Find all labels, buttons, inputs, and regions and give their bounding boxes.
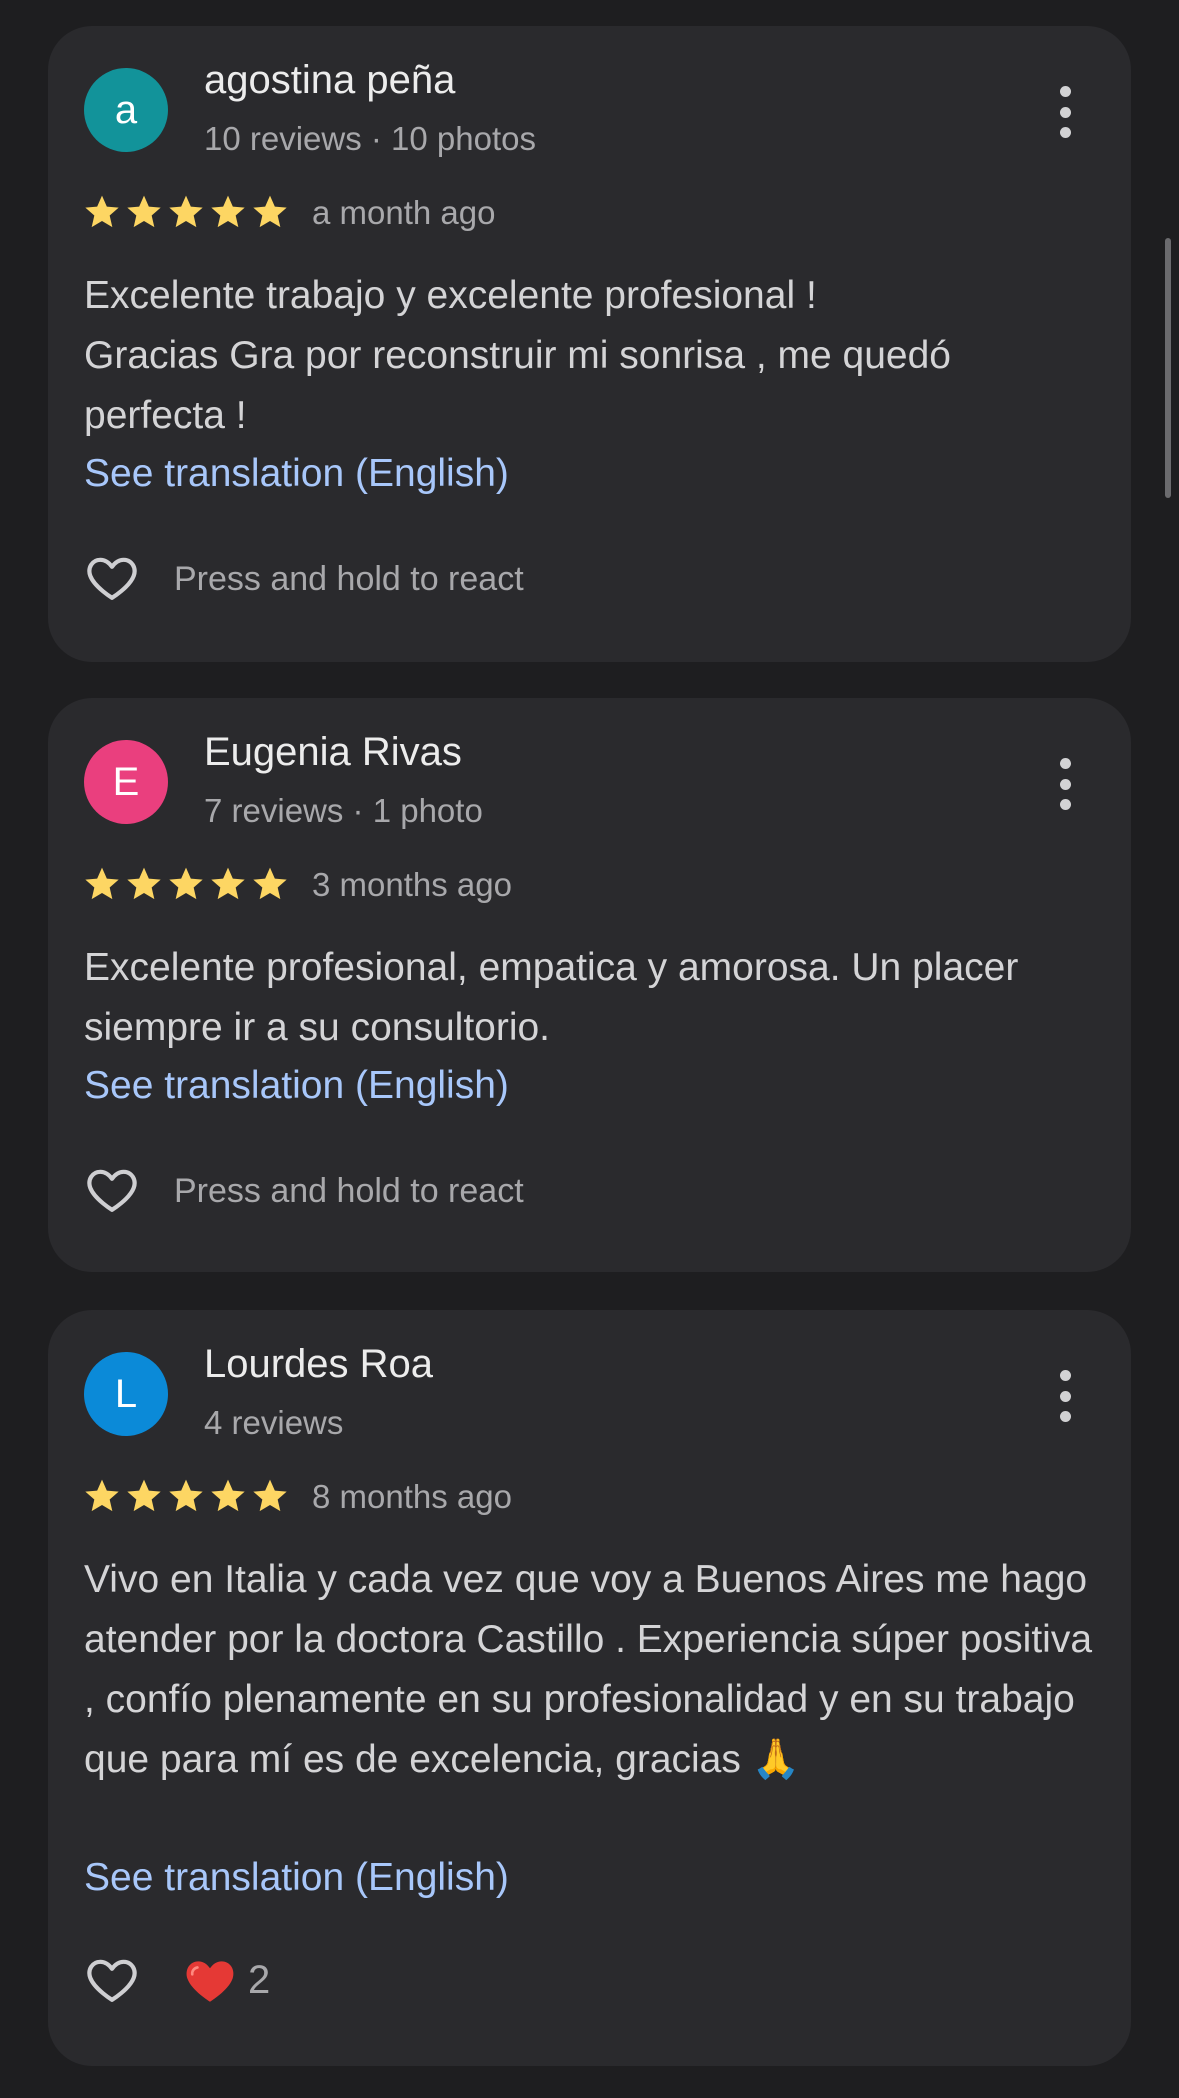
avatar[interactable]: E [84, 740, 168, 824]
reviewer-meta[interactable]: 7 reviews · 1 photo [204, 792, 483, 830]
star-icon [211, 195, 245, 228]
red-heart-icon [186, 1961, 234, 2002]
star-icon [85, 195, 119, 228]
avatar-letter: L [114, 1371, 138, 1416]
star-icon [127, 867, 161, 900]
star-rating [82, 864, 290, 904]
see-translation-link[interactable]: See translation (English) [84, 1856, 509, 1900]
more-vert-icon[interactable] [1055, 758, 1075, 810]
reviewer-meta[interactable]: 10 reviews · 10 photos [204, 120, 536, 158]
see-translation-link[interactable]: See translation (English) [84, 1064, 509, 1108]
scrollbar[interactable] [1165, 238, 1171, 498]
star-icon [85, 1479, 119, 1512]
reviewer-meta[interactable]: 4 reviews [204, 1404, 343, 1442]
reaction-count: 2 [248, 1957, 271, 2002]
heart-outline-icon[interactable] [82, 1952, 142, 2008]
star-icon [253, 867, 287, 900]
star-icon [253, 1479, 287, 1512]
review-text: Vivo en Italia y cada vez que voy a Buen… [84, 1558, 1093, 1781]
react-hint: Press and hold to react [174, 560, 524, 598]
review-date: 3 months ago [312, 866, 512, 903]
star-icon [169, 195, 203, 228]
more-vert-icon[interactable] [1055, 1370, 1075, 1422]
avatar-letter: a [114, 87, 138, 132]
reviewer-name[interactable]: Lourdes Roa [204, 1342, 433, 1387]
star-icon [85, 867, 119, 900]
review-text: Excelente trabajo y excelente profesiona… [84, 266, 1094, 446]
reviewer-name[interactable]: Eugenia Rivas [204, 730, 462, 775]
star-icon [211, 1479, 245, 1512]
avatar[interactable]: a [84, 68, 168, 152]
review-card: a agostina peña 10 reviews · 10 photos a… [48, 26, 1131, 662]
reaction-chip[interactable]: 2 [184, 1956, 270, 2004]
review-text: Excelente profesional, empatica y amoros… [84, 946, 1019, 1049]
more-vert-icon[interactable] [1055, 86, 1075, 138]
avatar[interactable]: L [84, 1352, 168, 1436]
heart-outline-icon[interactable] [82, 1162, 142, 1218]
review-text-line-2: Gracias Gra por reconstruir mi sonrisa ,… [84, 334, 951, 437]
review-date: a month ago [312, 194, 496, 231]
star-rating [82, 192, 290, 232]
star-icon [169, 867, 203, 900]
review-text-line-1: Excelente trabajo y excelente profesiona… [84, 274, 817, 317]
star-icon [169, 1479, 203, 1512]
reviewer-name[interactable]: agostina peña [204, 58, 455, 103]
star-icon [211, 867, 245, 900]
see-translation-link[interactable]: See translation (English) [84, 452, 509, 496]
review-card: E Eugenia Rivas 7 reviews · 1 photo 3 mo… [48, 698, 1131, 1272]
review-date: 8 months ago [312, 1478, 512, 1515]
star-rating [82, 1476, 290, 1516]
star-icon [253, 195, 287, 228]
react-hint: Press and hold to react [174, 1172, 524, 1210]
avatar-letter: E [112, 759, 140, 804]
star-icon [127, 1479, 161, 1512]
star-icon [127, 195, 161, 228]
heart-outline-icon[interactable] [82, 550, 142, 606]
review-card: L Lourdes Roa 4 reviews 8 months ago Viv… [48, 1310, 1131, 2066]
